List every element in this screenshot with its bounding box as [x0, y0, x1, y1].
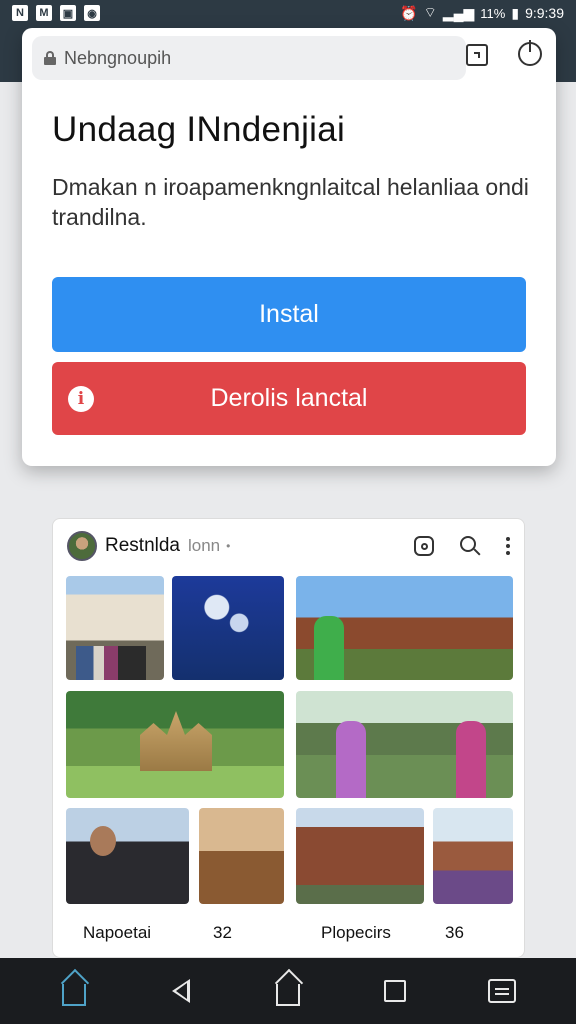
tabs-icon[interactable]	[466, 44, 488, 66]
info-icon: i	[68, 386, 94, 412]
notification-mail-icon: M	[36, 5, 52, 21]
notification-app-icon: ◉	[84, 5, 100, 21]
url-text: Nebngnoupih	[64, 47, 172, 68]
search-icon[interactable]	[460, 536, 481, 556]
account-name[interactable]: Restnlda	[105, 535, 180, 557]
feed-card: Restnlda lonn • Napoetai 32 Plopecirs 36	[52, 518, 525, 958]
caption-count: 32	[213, 923, 232, 942]
home-icon[interactable]	[274, 977, 302, 1006]
system-navigation-bar	[0, 958, 576, 1024]
avatar[interactable]	[67, 531, 97, 561]
alarm-icon: ⏰	[400, 4, 418, 21]
photo-house-tile[interactable]	[66, 576, 164, 680]
menu-icon[interactable]	[488, 977, 517, 1005]
photo-temple-tile[interactable]	[66, 691, 284, 798]
photo-wooden-house-tile[interactable]	[296, 808, 424, 904]
battery-percent: 11%	[480, 5, 506, 21]
clock: 9:9:39	[525, 5, 564, 21]
photo-room-tile[interactable]	[199, 808, 284, 904]
cancel-install-button[interactable]: i Derolis lanctal	[52, 362, 526, 435]
notification-n-icon: N	[12, 5, 28, 21]
notification-image-icon: ▣	[60, 5, 76, 21]
dialog-title: Undaag INndenjiai	[52, 110, 346, 149]
system-indicators: ⏰ ⌔ ▂▄▆ 11% ▮ 9:9:39	[400, 4, 564, 22]
dialog-description: Dmakan n iroapamenkngnlaitcal helanliaa …	[52, 174, 529, 230]
back-icon[interactable]	[167, 977, 195, 1005]
wifi-icon: ⌔	[423, 4, 437, 20]
recents-icon[interactable]	[381, 977, 409, 1005]
photo-art-tile[interactable]	[172, 576, 284, 680]
camera-icon[interactable]	[414, 536, 434, 556]
status-bar: N M ▣ ◉ ⏰ ⌔ ▂▄▆ 11% ▮ 9:9:39	[0, 0, 576, 26]
feed-header: Restnlda lonn •	[53, 519, 524, 573]
more-options-icon[interactable]	[506, 537, 510, 555]
install-dialog: Nebngnoupih Undaag INndenjiai Dmakan n i…	[22, 28, 556, 466]
home-outline-icon[interactable]	[60, 977, 88, 1006]
install-button[interactable]: Instal	[52, 277, 526, 352]
battery-icon: ▮	[511, 4, 520, 21]
caption-count: 36	[445, 923, 464, 942]
photo-festival-tile[interactable]	[296, 576, 513, 680]
notification-icons: N M ▣ ◉	[12, 5, 100, 21]
photo-people-tile[interactable]	[66, 808, 189, 904]
photo-village-tile[interactable]	[433, 808, 513, 904]
install-button-label: Instal	[259, 300, 319, 328]
address-bar[interactable]: Nebngnoupih	[32, 36, 466, 80]
cancel-button-label: Derolis lanctal	[210, 384, 368, 412]
caption-label: Plopecirs	[321, 923, 391, 942]
signal-icon: ▂▄▆	[442, 4, 475, 21]
account-subtitle: lonn	[188, 536, 221, 555]
separator-dot: •	[226, 539, 231, 553]
lock-icon	[44, 51, 56, 65]
share-icon[interactable]	[518, 40, 542, 66]
photo-crowd-tile[interactable]	[296, 691, 513, 798]
caption-label: Napoetai	[83, 923, 152, 942]
